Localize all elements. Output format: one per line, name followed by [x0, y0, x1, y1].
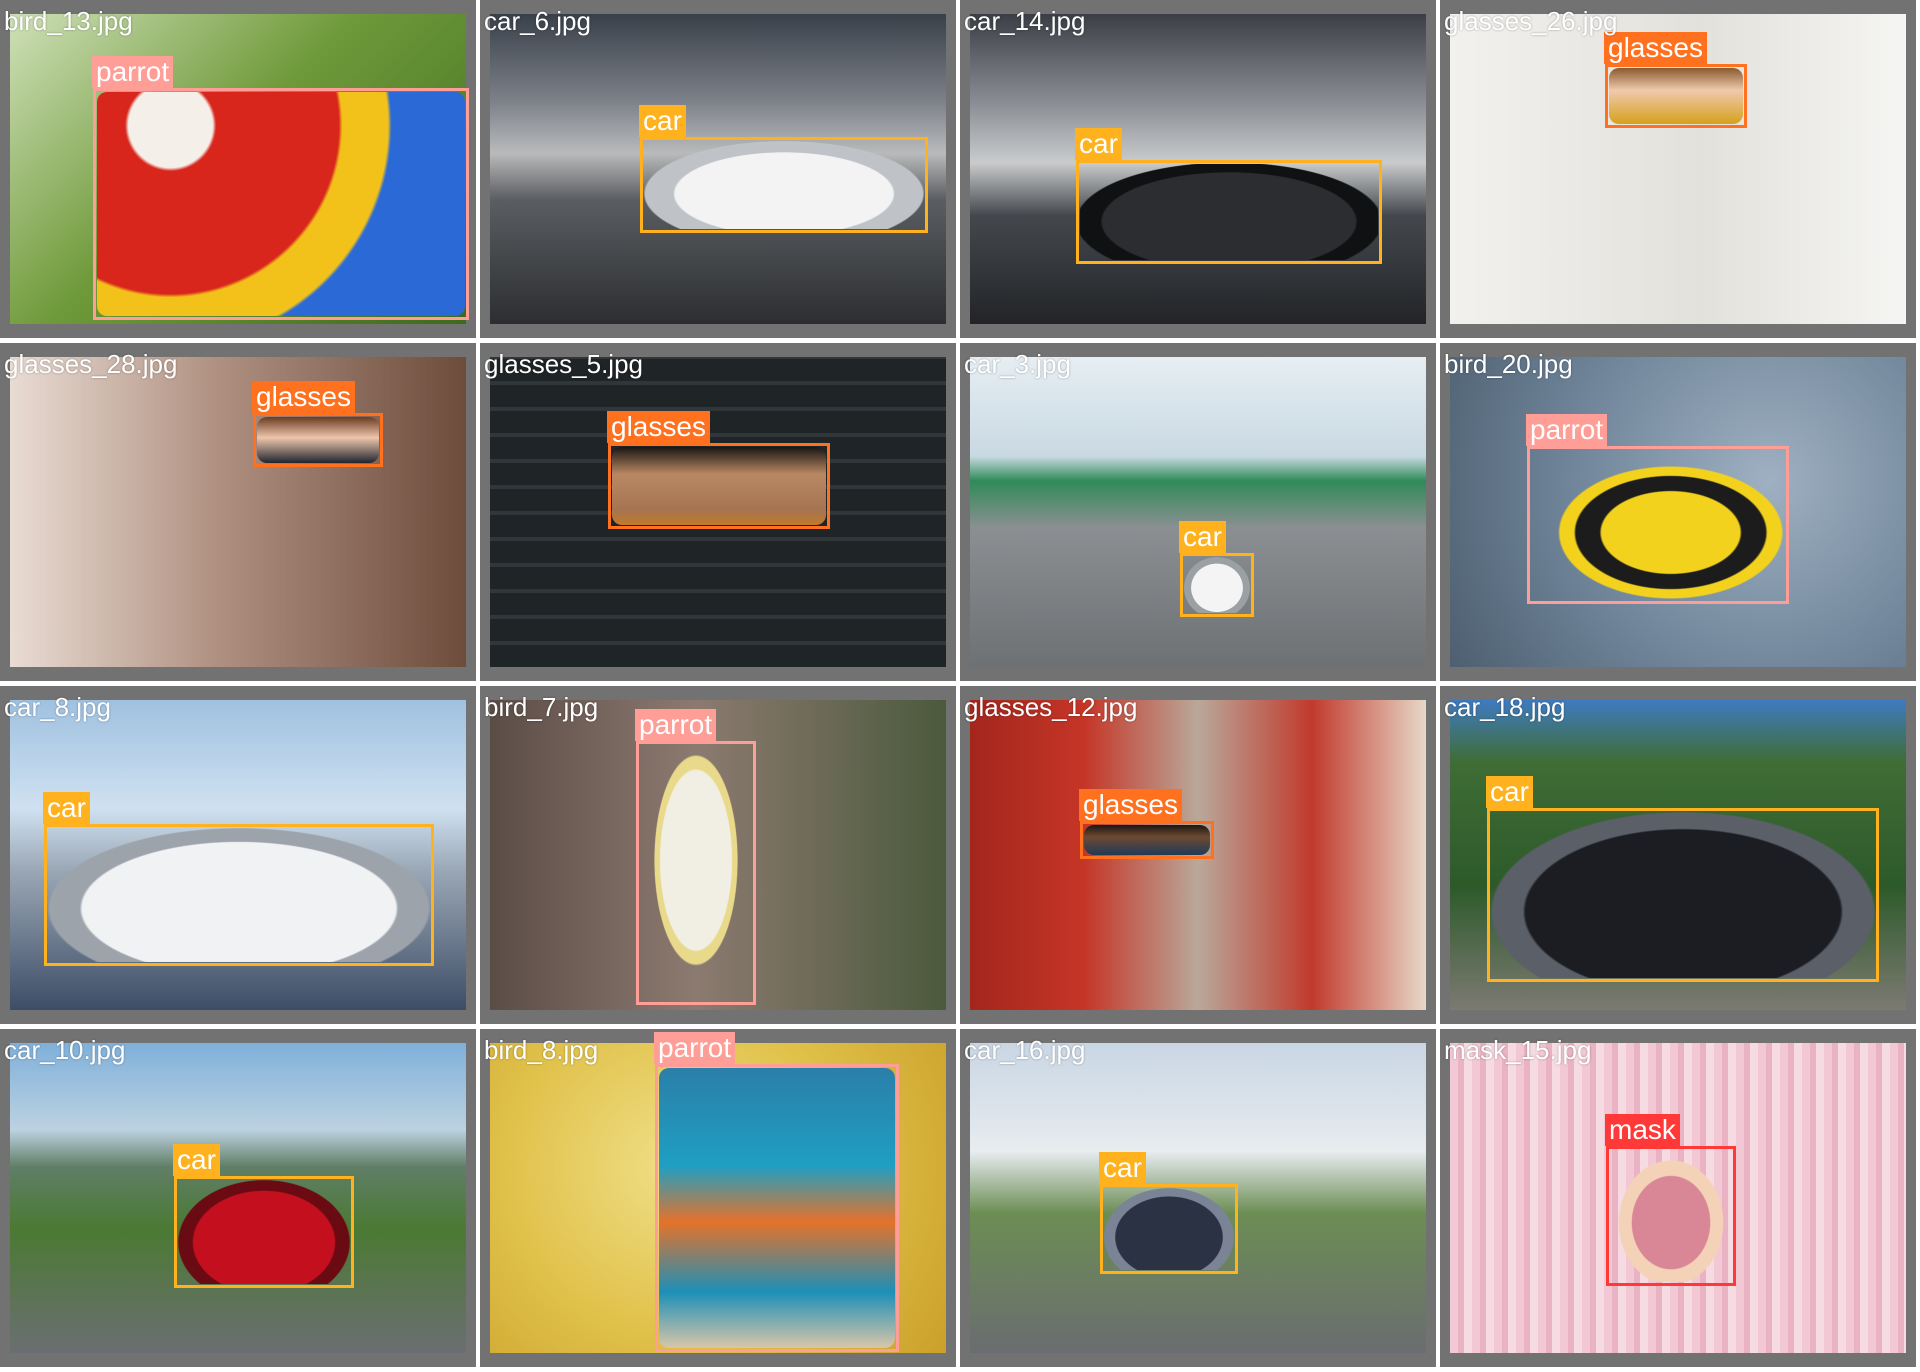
class-label: car: [1099, 1152, 1146, 1184]
class-label: parrot: [654, 1032, 736, 1064]
grid-cell[interactable]: parrot bird_13.jpg: [0, 0, 476, 338]
filename-label: car_10.jpg: [4, 1035, 126, 1065]
grid-cell[interactable]: car car_6.jpg: [480, 0, 956, 338]
grid-cell[interactable]: glasses glasses_5.jpg: [480, 343, 956, 681]
grid-cell[interactable]: parrot bird_8.jpg: [480, 1029, 956, 1367]
bounding-box: [1606, 1146, 1736, 1286]
class-label: car: [639, 105, 686, 137]
filename-label: car_3.jpg: [964, 349, 1071, 379]
grid-cell[interactable]: car car_8.jpg: [0, 686, 476, 1024]
filename-label: bird_8.jpg: [484, 1035, 599, 1065]
class-label: car: [43, 792, 90, 824]
bounding-box: [44, 824, 434, 966]
bounding-box: [636, 741, 756, 1005]
filename-label: glasses_28.jpg: [4, 349, 178, 379]
detection-image: [10, 357, 466, 667]
class-label: car: [1486, 776, 1533, 808]
bounding-box: [1487, 808, 1879, 982]
bounding-box: [253, 413, 383, 467]
class-label: parrot: [1526, 414, 1608, 446]
bounding-box: [655, 1064, 899, 1352]
filename-label: bird_20.jpg: [1444, 349, 1573, 379]
grid-cell[interactable]: parrot bird_7.jpg: [480, 686, 956, 1024]
class-label: glasses: [1079, 789, 1182, 821]
bounding-box: [1100, 1184, 1238, 1274]
bounding-box: [640, 137, 928, 233]
filename-label: car_8.jpg: [4, 692, 111, 722]
class-label: glasses: [1604, 32, 1707, 64]
grid-cell[interactable]: parrot bird_20.jpg: [1440, 343, 1916, 681]
class-label: parrot: [635, 709, 717, 741]
grid-cell[interactable]: glasses glasses_26.jpg: [1440, 0, 1916, 338]
class-label: glasses: [252, 381, 355, 413]
class-label: parrot: [92, 56, 174, 88]
bounding-box: [174, 1176, 354, 1288]
grid-cell[interactable]: glasses glasses_12.jpg: [960, 686, 1436, 1024]
filename-label: car_6.jpg: [484, 6, 591, 36]
filename-label: glasses_12.jpg: [964, 692, 1138, 722]
bounding-box: [93, 88, 469, 320]
grid-cell[interactable]: glasses glasses_28.jpg: [0, 343, 476, 681]
filename-label: glasses_5.jpg: [484, 349, 643, 379]
class-label: car: [1179, 521, 1226, 553]
class-label: mask: [1605, 1114, 1680, 1146]
filename-label: bird_13.jpg: [4, 6, 133, 36]
grid-cell[interactable]: car car_14.jpg: [960, 0, 1436, 338]
class-label: glasses: [607, 411, 710, 443]
grid-cell[interactable]: car car_3.jpg: [960, 343, 1436, 681]
grid-cell[interactable]: car car_18.jpg: [1440, 686, 1916, 1024]
bounding-box: [1605, 64, 1747, 128]
bounding-box: [1076, 160, 1382, 264]
grid-cell[interactable]: car car_16.jpg: [960, 1029, 1436, 1367]
filename-label: bird_7.jpg: [484, 692, 599, 722]
detection-image: [970, 357, 1426, 667]
class-label: car: [173, 1144, 220, 1176]
grid-cell[interactable]: car car_10.jpg: [0, 1029, 476, 1367]
filename-label: car_16.jpg: [964, 1035, 1086, 1065]
bounding-box: [1180, 553, 1254, 617]
bounding-box: [1080, 821, 1214, 859]
filename-label: car_14.jpg: [964, 6, 1086, 36]
class-label: car: [1075, 128, 1122, 160]
filename-label: mask_15.jpg: [1444, 1035, 1592, 1065]
detection-mosaic: parrot bird_13.jpg car car_6.jpg car car_14.j…: [0, 0, 1920, 1372]
filename-label: glasses_26.jpg: [1444, 6, 1618, 36]
grid-cell[interactable]: mask mask_15.jpg: [1440, 1029, 1916, 1367]
bounding-box: [608, 443, 830, 529]
bounding-box: [1527, 446, 1789, 604]
filename-label: car_18.jpg: [1444, 692, 1566, 722]
